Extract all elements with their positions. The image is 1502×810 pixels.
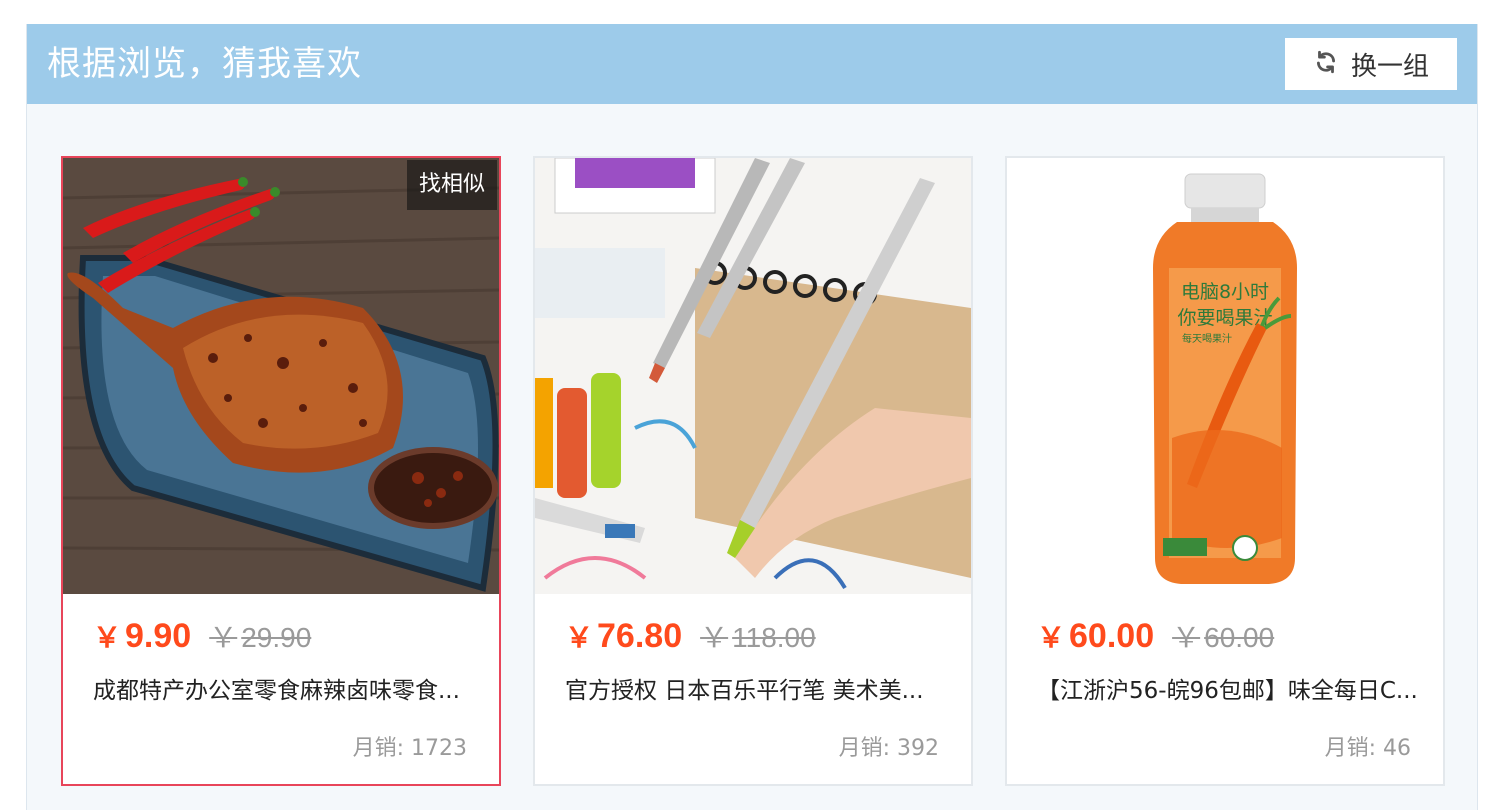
current-price: ￥ 9.90 — [93, 617, 192, 655]
price-row: ￥ 60.00 ￥ 60.00 — [1037, 616, 1274, 656]
current-price: ￥ 76.80 — [565, 617, 683, 655]
product-image-spicy-duck[interactable] — [63, 158, 499, 594]
recommendation-panel: 根据浏览，猜我喜欢 换一组 找相似 ￥ 9.90 ￥ 29.90 成都特产办公室… — [26, 24, 1478, 810]
bottle-slogan-line-3: 每天喝果汁 — [1182, 332, 1232, 345]
original-price: ￥ 29.90 — [209, 622, 312, 653]
monthly-sales: 月销: 1723 — [352, 736, 467, 761]
bottle-slogan-line-1: 电脑8小时 — [1181, 281, 1269, 303]
product-title[interactable]: 【江浙沪56-皖96包邮】味全每日C... — [1037, 676, 1421, 706]
current-price: ￥ 60.00 — [1037, 617, 1155, 655]
product-image-juice[interactable]: 电脑8小时 你要喝果汁 每天喝果汁 — [1007, 158, 1443, 594]
price-row: ￥ 9.90 ￥ 29.90 — [93, 616, 311, 656]
panel-title: 根据浏览，猜我喜欢 — [47, 44, 362, 84]
refresh-label: 换一组 — [1350, 51, 1429, 82]
refresh-button[interactable]: 换一组 — [1285, 38, 1457, 90]
refresh-icon — [1313, 49, 1339, 79]
product-title[interactable]: 成都特产办公室零食麻辣卤味零食... — [93, 676, 477, 706]
monthly-sales: 月销: 46 — [1324, 736, 1411, 761]
product-card[interactable]: 找相似 ￥ 9.90 ￥ 29.90 成都特产办公室零食麻辣卤味零食... 月销: … — [61, 156, 501, 786]
product-card[interactable]: ￥ 76.80 ￥ 118.00 官方授权 日本百乐平行笔 美术美... 月销: 3… — [533, 156, 973, 786]
price-row: ￥ 76.80 ￥ 118.00 — [565, 616, 816, 656]
monthly-sales: 月销: 392 — [838, 736, 939, 761]
product-card[interactable]: 电脑8小时 你要喝果汁 每天喝果汁 ￥ 60.00 ￥ 60.00 【江浙沪56-皖… — [1005, 156, 1445, 786]
panel-header: 根据浏览，猜我喜欢 换一组 — [27, 24, 1477, 104]
find-similar-button[interactable]: 找相似 — [406, 160, 497, 210]
product-image-pen[interactable] — [535, 158, 971, 594]
original-price: ￥ 118.00 — [700, 622, 816, 653]
original-price: ￥ 60.00 — [1172, 622, 1275, 653]
product-title[interactable]: 官方授权 日本百乐平行笔 美术美... — [565, 676, 949, 706]
